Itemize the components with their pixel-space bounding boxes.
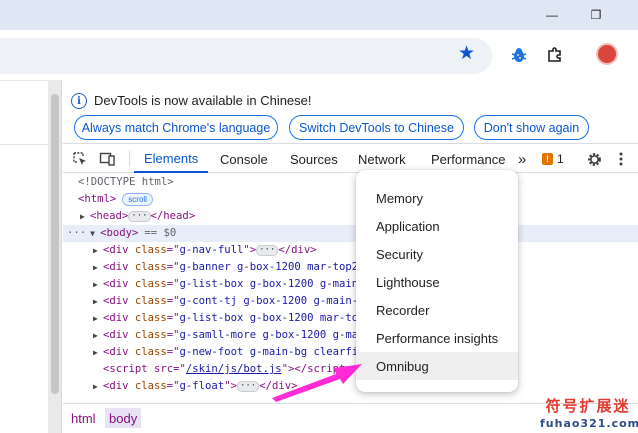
tree-line[interactable]: ▶ <div class="g-list-box g-box-1200 g-mai… — [93, 276, 371, 293]
tree-line[interactable]: ▶ <div class="g-float"> ··· </div> — [93, 378, 298, 395]
profile-avatar[interactable] — [596, 43, 618, 65]
devtools-tab-bar: Elements Console Sources Network Perform… — [63, 145, 638, 173]
devtools-panel: i DevTools is now available in Chinese! … — [63, 80, 638, 433]
tree-line[interactable]: ▶ <div class="g-cont-tj g-box-1200 g-main… — [93, 293, 371, 310]
settings-gear-icon[interactable] — [585, 150, 603, 168]
page-scrollbar[interactable] — [48, 80, 62, 433]
device-toolbar-icon[interactable] — [98, 150, 116, 168]
menu-item-lighthouse[interactable]: Lighthouse — [356, 268, 518, 296]
title-bar: — ❐ — [0, 0, 638, 30]
switch-to-chinese-button[interactable]: Switch DevTools to Chinese — [289, 115, 464, 140]
doctype-node[interactable]: <!DOCTYPE html> — [78, 174, 174, 191]
toolbar-divider — [129, 151, 130, 167]
menu-item-performance-insights[interactable]: Performance insights — [356, 324, 518, 352]
body-node-selected[interactable]: ··· ▼ <body> == $0 — [63, 225, 638, 242]
scrollbar-thumb[interactable] — [51, 94, 59, 394]
language-infobar: i DevTools is now available in Chinese! … — [63, 80, 638, 144]
tree-line[interactable]: ▶ <div class="g-nav-full"> ··· </div> — [93, 242, 317, 259]
more-tabs-button[interactable]: » — [518, 145, 526, 173]
tab-performance[interactable]: Performance — [431, 145, 505, 173]
issues-icon[interactable]: ! — [542, 153, 553, 165]
puzzle-icon[interactable] — [544, 44, 566, 66]
infobar-message: DevTools is now available in Chinese! — [94, 93, 312, 108]
menu-item-recorder[interactable]: Recorder — [356, 296, 518, 324]
inspect-element-icon[interactable] — [71, 150, 89, 168]
script-node[interactable]: <script src="/skin/js/bot.js"></script — [103, 361, 345, 378]
tree-line[interactable]: ▶ <div class="g-banner g-box-1200 mar-top… — [93, 259, 365, 276]
menu-item-application[interactable]: Application — [356, 212, 518, 240]
more-tabs-dropdown: Memory Application Security Lighthouse R… — [356, 170, 518, 392]
kebab-menu-icon[interactable] — [612, 150, 630, 168]
menu-item-security[interactable]: Security — [356, 240, 518, 268]
watermark-title: 符号扩展迷 — [545, 397, 631, 415]
watermark-url: fuhao321.com — [540, 417, 638, 430]
html-node[interactable]: <html> scroll — [78, 191, 153, 208]
minimize-button[interactable]: — — [543, 6, 561, 24]
extension-bug-icon[interactable] — [508, 44, 530, 66]
tree-line[interactable]: ▶ <div class="g-samll-more g-box-1200 g-m… — [93, 327, 371, 344]
tab-elements[interactable]: Elements — [134, 145, 209, 173]
elements-tree[interactable]: <!DOCTYPE html> <html> scroll ▶ <head> ··· <… — [63, 174, 638, 403]
tab-sources[interactable]: Sources — [290, 145, 338, 173]
match-language-button[interactable]: Always match Chrome's language — [74, 115, 278, 140]
star-icon[interactable]: ★ — [458, 44, 475, 64]
tab-console[interactable]: Console — [220, 145, 268, 173]
ellipsis-icon[interactable]: ··· — [236, 380, 260, 392]
site-watermark: 符号扩展迷 fuhao321.com — [540, 395, 638, 430]
tree-line[interactable]: ▶ <div class="g-new-foot g-main-bg clearf… — [93, 344, 365, 361]
menu-item-memory[interactable]: Memory — [356, 184, 518, 212]
divider — [0, 144, 48, 145]
browser-toolbar: ★ — [0, 30, 638, 80]
dont-show-again-button[interactable]: Don't show again — [474, 115, 589, 140]
info-icon: i — [71, 93, 87, 109]
head-node[interactable]: ▶ <head> ··· </head> — [80, 208, 195, 225]
tab-network[interactable]: Network — [358, 145, 406, 173]
ellipsis-icon[interactable]: ··· — [256, 244, 279, 256]
tree-line[interactable]: ▶ <div class="g-list-box g-box-1200 mar-t… — [93, 310, 377, 327]
browser-window: — ❐ ★ i DevTools is now available in Chi… — [0, 0, 638, 433]
issues-count: 1 — [557, 152, 564, 166]
minimize-icon: — — [546, 8, 558, 22]
restore-icon: ❐ — [590, 8, 602, 22]
script-link[interactable]: /skin/js/bot.js — [186, 363, 282, 375]
restore-button[interactable]: ❐ — [587, 6, 605, 24]
breadcrumb-html[interactable]: html — [67, 408, 100, 428]
ellipsis-icon[interactable]: ··· — [128, 210, 151, 222]
breadcrumb-body[interactable]: body — [105, 408, 142, 428]
menu-item-omnibug[interactable]: Omnibug — [356, 352, 518, 380]
scroll-badge[interactable]: scroll — [122, 192, 153, 206]
page-content — [0, 80, 48, 433]
address-bar[interactable] — [0, 38, 492, 74]
